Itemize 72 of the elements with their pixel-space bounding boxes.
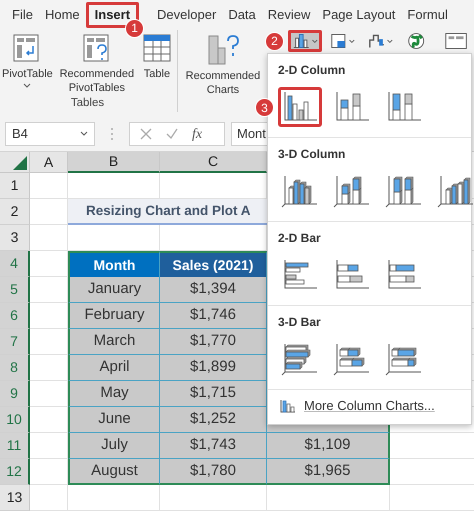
column-header[interactable]: C	[160, 152, 267, 173]
insert-function-button[interactable]: fx	[192, 124, 202, 145]
ribbon-tab[interactable]: Developer	[157, 4, 216, 25]
row-header[interactable]: 4	[0, 251, 30, 277]
check-icon	[166, 128, 178, 140]
table-cell: $1,899	[160, 355, 267, 381]
select-all-button[interactable]	[0, 152, 30, 173]
row-header[interactable]: 12	[0, 459, 30, 485]
table-cell: January	[68, 277, 160, 303]
column-chart-icon	[280, 398, 296, 413]
ribbon-tab[interactable]: Page Layout	[322, 4, 396, 25]
table-cell: February	[68, 303, 160, 329]
name-box[interactable]: B4	[5, 122, 95, 146]
column-header[interactable]: B	[68, 152, 160, 173]
column-chart-icon	[385, 174, 423, 208]
row-header[interactable]: 9	[0, 381, 30, 407]
bar-chart-icon	[385, 342, 423, 376]
table-cell: March	[68, 329, 160, 355]
section-heading: 2-D Column	[278, 62, 346, 79]
table-cell: $1,715	[160, 381, 267, 407]
cell-reference: B4	[12, 125, 28, 144]
row-header[interactable]: 2	[0, 199, 30, 225]
table-cell: $1,743	[160, 433, 267, 459]
ribbon-tab[interactable]: Home	[44, 4, 80, 25]
table-header: Month	[68, 251, 160, 277]
row-header[interactable]: 5	[0, 277, 30, 303]
table-cell: $1,780	[160, 459, 267, 485]
ribbon-icon	[140, 32, 173, 64]
table-cell: $1,965	[267, 459, 390, 485]
group-label: Tables	[70, 96, 104, 111]
row-header[interactable]: 6	[0, 303, 30, 329]
ribbon-tab[interactable]: Formul	[407, 4, 448, 25]
section-heading: 2-D Bar	[278, 230, 322, 247]
step-badge: 1	[125, 18, 144, 38]
table-cell: April	[68, 355, 160, 381]
ribbon-tab[interactable]: Review	[268, 4, 310, 25]
table-cell: June	[68, 407, 160, 433]
row-header[interactable]: 10	[0, 407, 30, 433]
row-header[interactable]: 11	[0, 433, 30, 459]
table-cell: July	[68, 433, 160, 459]
drag-handle-icon	[109, 127, 115, 142]
ribbon-tab[interactable]: Data	[228, 4, 256, 25]
ribbon-button[interactable]: PivotTable	[2, 32, 53, 89]
step-badge: 2	[265, 32, 284, 51]
row-header[interactable]: 13	[0, 485, 30, 511]
row-header[interactable]: 7	[0, 329, 30, 355]
table-cell: August	[68, 459, 160, 485]
table-cell: $1,109	[267, 433, 390, 459]
section-heading: 3-D Bar	[278, 314, 322, 331]
table-cell: $1,746	[160, 303, 267, 329]
section-heading: 3-D Column	[278, 146, 346, 163]
table-cell: May	[68, 381, 160, 407]
caret-icon	[80, 131, 88, 138]
row-header[interactable]: 3	[0, 225, 30, 251]
column-chart-icon	[281, 174, 319, 208]
table-cell: $1,394	[160, 277, 267, 303]
column-header[interactable]: A	[30, 152, 68, 173]
triangle-icon	[13, 156, 27, 170]
formula-input[interactable]: Mont	[231, 122, 268, 146]
row-header[interactable]: 8	[0, 355, 30, 381]
more-charts-link[interactable]: More Column Charts...	[268, 396, 471, 416]
cancel-icon	[140, 128, 152, 140]
step-badge: 3	[255, 98, 274, 117]
row-header[interactable]: 1	[0, 173, 30, 199]
table-header: Sales (2021)	[160, 251, 267, 277]
ribbon-tab[interactable]: File	[12, 4, 33, 25]
bar-chart-icon	[333, 342, 371, 376]
table-cell: $1,252	[160, 407, 267, 433]
column-chart-icon	[333, 174, 371, 208]
table-cell: $1,770	[160, 329, 267, 355]
sheet-title: Resizing Chart and Plot A	[68, 199, 267, 225]
bar-chart-icon	[281, 342, 319, 376]
